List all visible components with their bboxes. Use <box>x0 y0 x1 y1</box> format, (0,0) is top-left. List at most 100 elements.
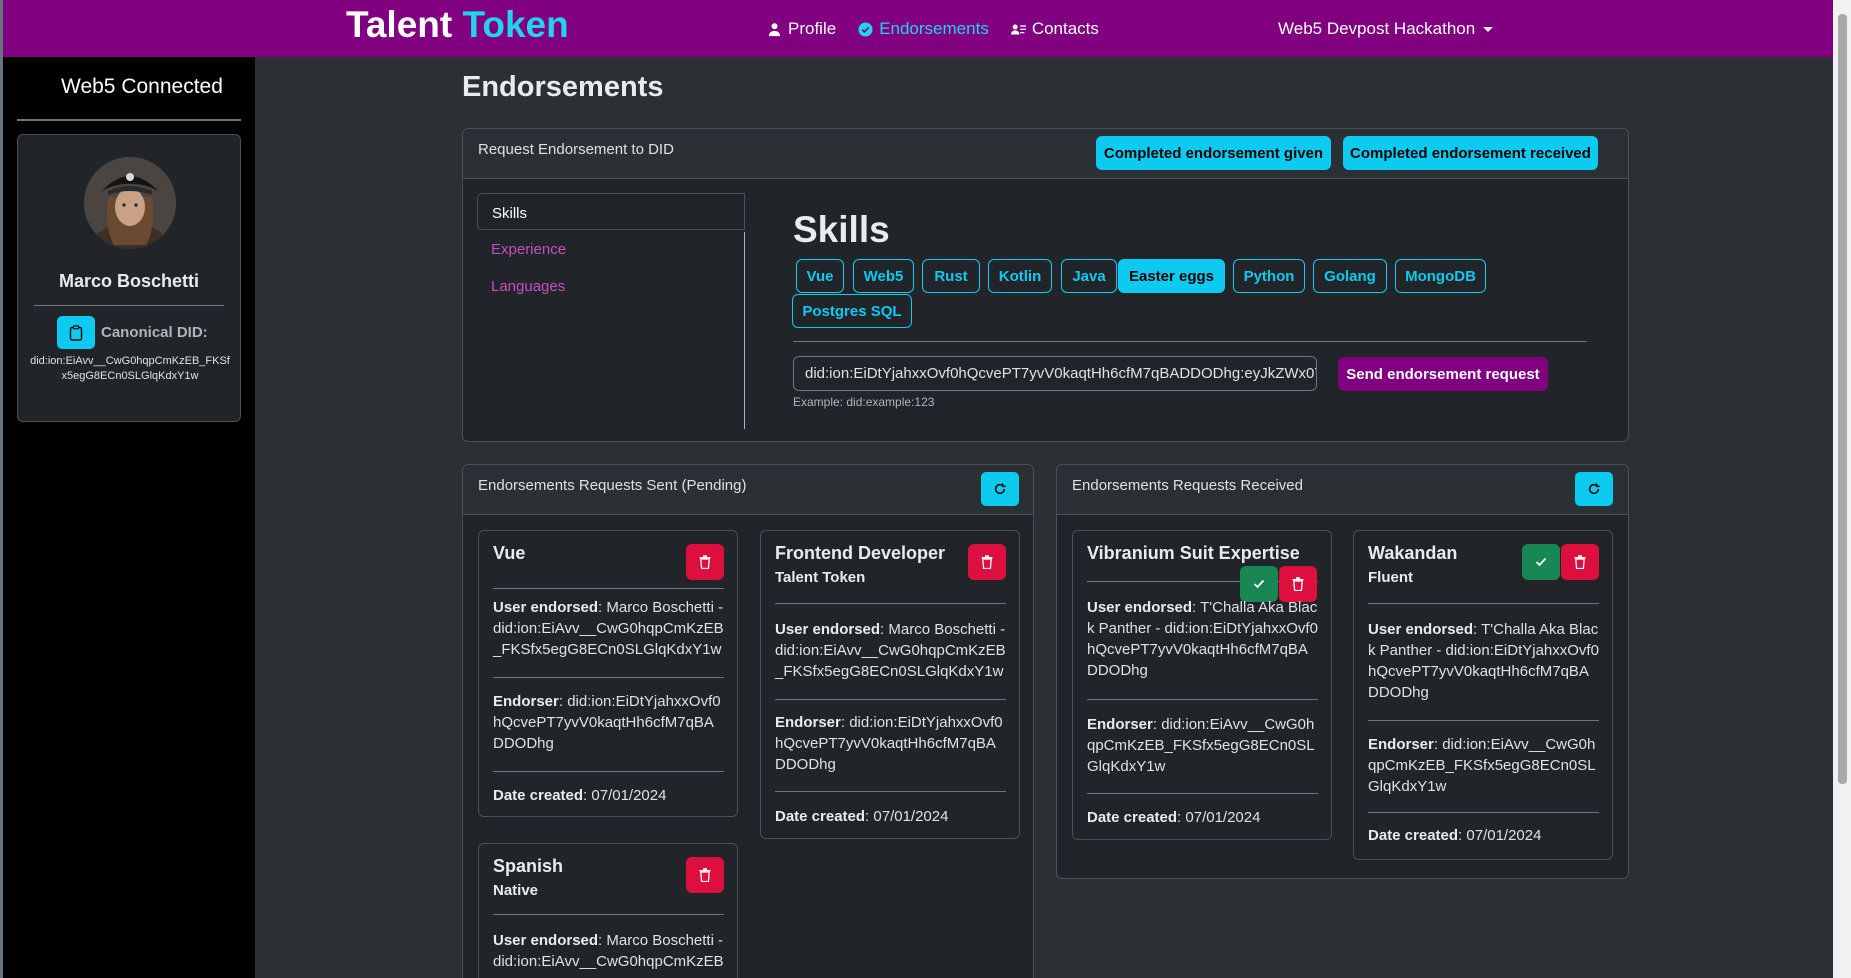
top-navbar: Talent Token Profile Endorsements Contac… <box>0 0 1833 57</box>
endorsement-title: Wakandan <box>1368 543 1458 563</box>
skill-easter-eggs[interactable]: Easter eggs <box>1118 259 1225 293</box>
nav-profile-label: Profile <box>788 19 837 38</box>
sidebar-title: Web5 Connected <box>61 75 223 98</box>
endorser-text: Endorser: did:ion:EiAvv__CwG0hqpCmKzEB_F… <box>1368 736 1596 795</box>
trash-icon <box>699 868 711 882</box>
nav-contacts[interactable]: Contacts <box>1010 19 1099 39</box>
completed-given-button[interactable]: Completed endorsement given <box>1096 136 1331 170</box>
endorsement-title: Spanish <box>493 856 564 876</box>
check-icon <box>1253 579 1265 589</box>
check-circle-icon <box>858 21 873 37</box>
tab-experience[interactable]: Experience <box>477 230 745 267</box>
event-dropdown[interactable]: Web5 Devpost Hackathon <box>1278 19 1494 39</box>
sent-card-title: Endorsements Requests Sent (Pending) <box>478 477 747 494</box>
date-created-text: Date created: 07/01/2024 <box>1087 809 1261 826</box>
did-input[interactable]: did:ion:EiDtYjahxxOvf0hQcvePT7yvV0kaqtHh… <box>793 356 1317 391</box>
endorsement-card: Vue User endorsed: Marco Boschetti - did… <box>478 530 738 817</box>
sidebar: Web5 Connected Marco Boschetti Canonical… <box>3 57 255 978</box>
skill-golang[interactable]: Golang <box>1313 259 1387 293</box>
tab-skills[interactable]: Skills <box>477 193 745 230</box>
endorsement-card: Wakandan Fluent User endorsed: T'Challa … <box>1353 530 1613 860</box>
canonical-did-label: Canonical DID: <box>101 324 208 341</box>
brand-logo[interactable]: Talent Token <box>346 4 569 46</box>
canonical-did-value: did:ion:EiAvv__CwG0hqpCmKzEB_FKSfx5egG8E… <box>30 355 230 382</box>
brand-name-part1: Talent <box>346 4 453 45</box>
sent-requests-card: Endorsements Requests Sent (Pending) Vue… <box>462 464 1034 978</box>
endorsement-card: Frontend Developer Talent Token User end… <box>760 530 1020 839</box>
pirate-avatar-image <box>84 157 176 249</box>
card-divider <box>493 677 724 678</box>
endorsement-card: Vibranium Suit Expertise User endorsed: … <box>1072 530 1332 840</box>
category-tabs: Skills Experience Languages <box>477 193 745 304</box>
skill-mongodb[interactable]: MongoDB <box>1395 259 1486 293</box>
trash-icon <box>981 555 993 569</box>
card-divider <box>775 791 1006 792</box>
endorser-text: Endorser: did:ion:EiDtYjahxxOvf0hQcvePT7… <box>775 714 1003 773</box>
page-title: Endorsements <box>462 71 664 103</box>
endorser-text: Endorser: did:ion:EiDtYjahxxOvf0hQcvePT7… <box>493 693 721 752</box>
skills-divider <box>793 341 1587 342</box>
refresh-sent-button[interactable] <box>981 472 1019 506</box>
skill-postgres-sql[interactable]: Postgres SQL <box>792 294 912 328</box>
card-divider <box>1368 720 1599 721</box>
tab-languages[interactable]: Languages <box>477 267 745 304</box>
skill-kotlin[interactable]: Kotlin <box>988 259 1052 293</box>
endorsement-subtitle: Native <box>493 882 539 899</box>
card-divider <box>493 914 724 915</box>
profile-name: Marco Boschetti <box>58 271 200 291</box>
nav-endorsements[interactable]: Endorsements <box>858 19 989 39</box>
delete-button[interactable] <box>1561 544 1599 580</box>
page-scrollbar[interactable] <box>1833 0 1851 978</box>
nav-endorsements-label: Endorsements <box>879 19 989 38</box>
endorsement-card: Spanish Native User endorsed: Marco Bosc… <box>478 843 738 978</box>
endorsement-title: Frontend Developer <box>775 543 946 563</box>
endorsement-subtitle: Fluent <box>1368 569 1413 586</box>
delete-button[interactable] <box>968 544 1006 580</box>
tab-divider <box>744 232 745 429</box>
scrollbar-thumb[interactable] <box>1838 14 1847 784</box>
trash-icon <box>1574 555 1586 569</box>
completed-received-button[interactable]: Completed endorsement received <box>1343 136 1598 170</box>
refresh-icon <box>994 483 1006 495</box>
card-divider <box>1087 793 1318 794</box>
endorsement-subtitle: Talent Token <box>775 569 866 586</box>
date-created-text: Date created: 07/01/2024 <box>775 808 949 825</box>
avatar <box>84 157 176 249</box>
card-divider <box>493 771 724 772</box>
delete-button[interactable] <box>686 544 724 580</box>
sidebar-divider <box>17 119 241 121</box>
card-divider <box>775 603 1006 604</box>
date-created-text: Date created: 07/01/2024 <box>1368 827 1542 844</box>
request-card-header: Request Endorsement to DID Completed end… <box>463 129 1628 179</box>
skill-python[interactable]: Python <box>1233 259 1305 293</box>
skill-java[interactable]: Java <box>1061 259 1117 293</box>
refresh-received-button[interactable] <box>1575 472 1613 506</box>
main-nav: Profile Endorsements Contacts <box>767 19 1099 39</box>
endorsement-title: Vue <box>493 543 526 563</box>
skill-web5[interactable]: Web5 <box>853 259 914 293</box>
check-icon <box>1535 557 1547 567</box>
request-card-title: Request Endorsement to DID <box>478 141 674 158</box>
copy-did-button[interactable] <box>57 316 95 349</box>
user-endorsed-text: User endorsed: Marco Boschetti - did:ion… <box>493 932 724 970</box>
skill-vue[interactable]: Vue <box>796 259 844 293</box>
user-endorsed-text: User endorsed: Marco Boschetti - did:ion… <box>493 599 724 658</box>
card-divider <box>493 588 724 589</box>
card-divider <box>1368 812 1599 813</box>
profile-card: Marco Boschetti Canonical DID: did:ion:E… <box>17 134 241 422</box>
skill-rust[interactable]: Rust <box>922 259 980 293</box>
event-dropdown-label: Web5 Devpost Hackathon <box>1278 19 1476 38</box>
request-card-body: Skills Experience Languages Skills Vue W… <box>463 179 1628 443</box>
card-divider <box>1087 699 1318 700</box>
user-endorsed-text: User endorsed: Marco Boschetti - did:ion… <box>775 621 1006 680</box>
accept-button[interactable] <box>1522 544 1560 580</box>
received-requests-card: Endorsements Requests Received Vibranium… <box>1056 464 1629 879</box>
clipboard-icon <box>69 324 83 341</box>
contacts-icon <box>1010 24 1026 34</box>
send-endorsement-request-button[interactable]: Send endorsement request <box>1338 357 1548 391</box>
nav-contacts-label: Contacts <box>1031 19 1099 38</box>
sent-card-header: Endorsements Requests Sent (Pending) <box>463 465 1033 515</box>
endorser-text: Endorser: did:ion:EiAvv__CwG0hqpCmKzEB_F… <box>1087 716 1315 775</box>
nav-profile[interactable]: Profile <box>767 19 836 39</box>
delete-button[interactable] <box>686 857 724 893</box>
